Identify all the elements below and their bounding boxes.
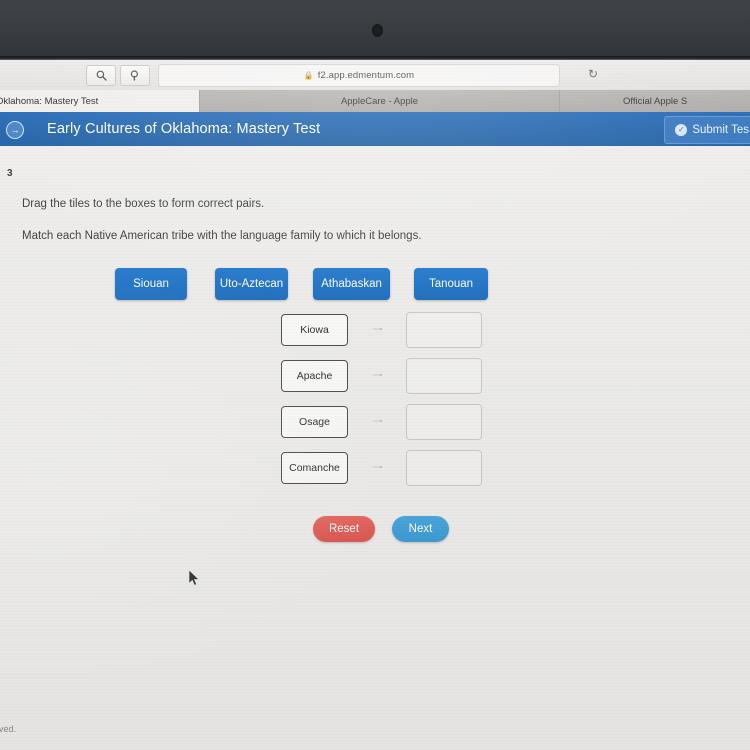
submit-test-label: Submit Tes bbox=[692, 124, 749, 136]
zoom-in-button[interactable] bbox=[120, 65, 150, 86]
laptop-photo: 🔒 f2.app.edmentum.com ↻ Oklahoma: Master… bbox=[0, 0, 750, 750]
instruction-drag-tiles: Drag the tiles to the boxes to form corr… bbox=[22, 198, 265, 210]
reset-button[interactable]: Reset bbox=[313, 516, 375, 542]
arrow-right-icon bbox=[372, 374, 383, 376]
question-number: 3 bbox=[7, 168, 13, 179]
mouse-cursor-icon bbox=[188, 569, 200, 586]
source-label: Kiowa bbox=[300, 324, 329, 336]
arrow-glyph: → bbox=[10, 124, 20, 135]
submit-test-button[interactable]: ✓ Submit Tes bbox=[664, 116, 750, 144]
tile-athabaskan[interactable]: Athabaskan bbox=[313, 268, 390, 300]
arrow-right-icon bbox=[372, 328, 383, 330]
source-label: Comanche bbox=[289, 462, 340, 474]
source-label: Osage bbox=[299, 416, 330, 428]
dropzone-apache[interactable] bbox=[406, 358, 482, 394]
browser-toolbar: 🔒 f2.app.edmentum.com ↻ bbox=[0, 60, 750, 91]
footer-text: rved. bbox=[0, 724, 17, 734]
tile-uto-aztecan[interactable]: Uto-Aztecan bbox=[215, 268, 288, 300]
match-row: Comanche bbox=[0, 450, 750, 498]
tab-applecare[interactable]: AppleCare - Apple bbox=[199, 90, 561, 112]
app-header: → Early Cultures of Oklahoma: Mastery Te… bbox=[0, 112, 750, 146]
magnifier-plus-icon bbox=[130, 70, 138, 81]
tile-label: Athabaskan bbox=[321, 278, 382, 290]
tab-label: Official Apple S bbox=[622, 95, 688, 107]
question-body: 3 Drag the tiles to the boxes to form co… bbox=[0, 146, 750, 750]
laptop-screen: 🔒 f2.app.edmentum.com ↻ Oklahoma: Master… bbox=[0, 60, 750, 750]
reload-button[interactable]: ↻ bbox=[585, 66, 601, 82]
reset-label: Reset bbox=[328, 523, 360, 535]
match-row: Kiowa bbox=[0, 312, 750, 360]
next-button[interactable]: Next bbox=[392, 516, 449, 542]
tab-label: AppleCare - Apple bbox=[340, 95, 419, 107]
magnifier-minus-icon bbox=[96, 70, 107, 81]
dropzone-comanche[interactable] bbox=[406, 450, 482, 486]
source-apache: Apache bbox=[281, 360, 348, 392]
webcam-icon bbox=[372, 24, 383, 37]
check-circle-icon: ✓ bbox=[675, 124, 688, 136]
next-label: Next bbox=[408, 523, 433, 535]
dropzone-osage[interactable] bbox=[406, 404, 482, 440]
tab-label: Oklahoma: Mastery Test bbox=[0, 95, 99, 107]
address-bar[interactable]: 🔒 f2.app.edmentum.com bbox=[158, 64, 560, 87]
source-osage: Osage bbox=[281, 406, 348, 438]
arrow-right-icon bbox=[372, 420, 383, 422]
tab-strip: Oklahoma: Mastery Test AppleCare - Apple… bbox=[0, 90, 750, 112]
instruction-match-tribes: Match each Native American tribe with th… bbox=[22, 230, 422, 242]
tile-label: Siouan bbox=[133, 278, 169, 290]
tab-oklahoma-mastery-test[interactable]: Oklahoma: Mastery Test bbox=[0, 90, 200, 112]
match-row: Osage bbox=[0, 404, 750, 452]
tile-tanouan[interactable]: Tanouan bbox=[414, 268, 488, 300]
check-glyph: ✓ bbox=[677, 125, 685, 134]
laptop-bezel bbox=[0, 0, 750, 58]
source-kiowa: Kiowa bbox=[281, 314, 348, 346]
tab-official-apple-store[interactable]: Official Apple S bbox=[560, 90, 750, 112]
reload-icon: ↻ bbox=[587, 67, 599, 81]
tile-bank: Siouan Uto-Aztecan Athabaskan Tanouan bbox=[0, 268, 750, 308]
match-rows: Kiowa Apache Osage Comanche bbox=[0, 312, 750, 498]
lock-icon: 🔒 bbox=[303, 70, 314, 80]
url-text: f2.app.edmentum.com bbox=[317, 70, 415, 81]
arrow-right-circle-icon[interactable]: → bbox=[6, 121, 24, 139]
page-title: Early Cultures of Oklahoma: Mastery Test bbox=[47, 121, 321, 137]
arrow-right-icon bbox=[372, 466, 383, 468]
source-label: Apache bbox=[296, 370, 333, 382]
match-row: Apache bbox=[0, 358, 750, 406]
tile-siouan[interactable]: Siouan bbox=[115, 268, 187, 300]
dropzone-kiowa[interactable] bbox=[406, 312, 482, 348]
tile-label: Tanouan bbox=[428, 278, 474, 290]
source-comanche: Comanche bbox=[281, 452, 348, 484]
tile-label: Uto-Aztecan bbox=[219, 278, 284, 290]
action-buttons: Reset Next bbox=[0, 516, 750, 552]
zoom-out-button[interactable] bbox=[86, 65, 116, 86]
